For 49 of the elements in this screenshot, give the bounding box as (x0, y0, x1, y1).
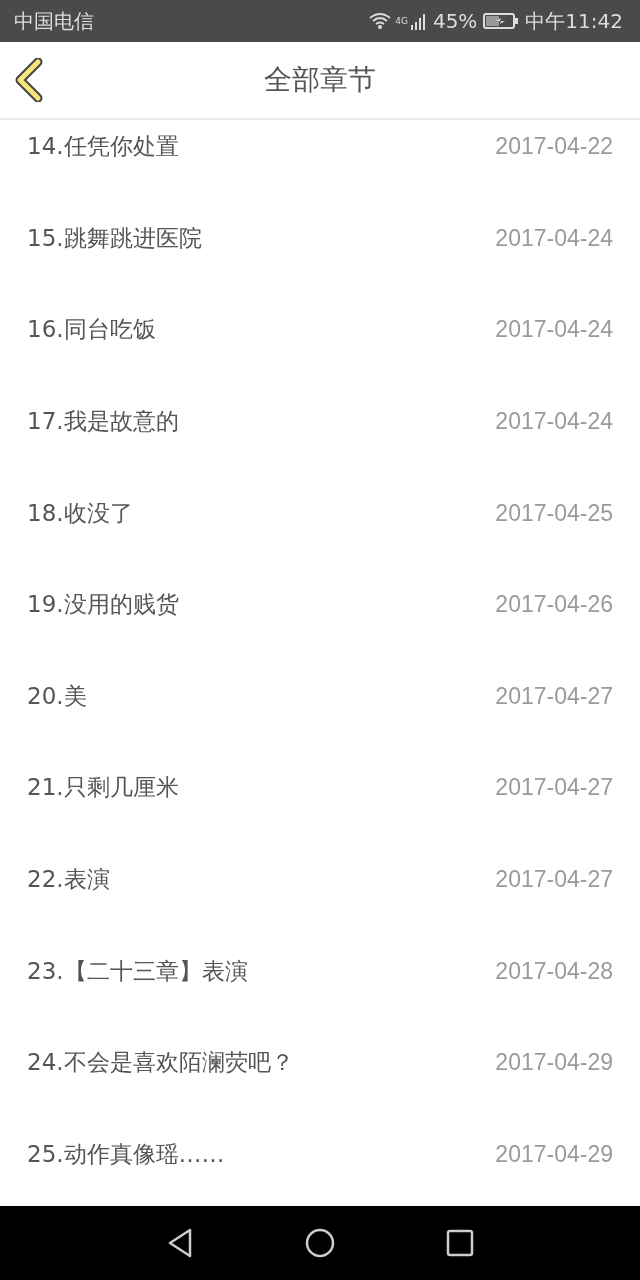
chapter-title: 20.美 (27, 681, 87, 711)
chapter-item[interactable]: 19.没用的贱货 2017-04-26 (0, 558, 640, 651)
chapter-title: 23.【二十三章】表演 (27, 956, 248, 986)
chapter-item[interactable]: 20.美 2017-04-27 (0, 650, 640, 743)
chapter-date: 2017-04-27 (495, 866, 613, 894)
chapter-date: 2017-04-26 (495, 591, 613, 619)
signal-icon (410, 12, 427, 30)
chapter-date: 2017-04-25 (495, 499, 613, 527)
battery-icon (483, 12, 520, 30)
chapter-title: 19.没用的贱货 (27, 590, 179, 620)
chapter-title: 24.不会是喜欢陌澜荧吧？ (27, 1048, 294, 1078)
network-type: 4G (395, 15, 408, 26)
chapter-title: 22.表演 (27, 865, 110, 895)
home-icon[interactable] (304, 1227, 336, 1259)
chapter-date: 2017-04-29 (495, 1049, 613, 1077)
chapter-item[interactable]: 14.任凭你处置 2017-04-22 (0, 120, 640, 193)
back-nav-icon[interactable] (166, 1227, 194, 1259)
chapter-date: 2017-04-24 (495, 408, 613, 436)
chapter-title: 15.跳舞跳进医院 (27, 223, 202, 253)
clock: 中午11:42 (525, 7, 623, 35)
chapter-item[interactable]: 15.跳舞跳进医院 2017-04-24 (0, 192, 640, 285)
back-icon (14, 58, 44, 102)
chapter-date: 2017-04-27 (495, 682, 613, 710)
chapter-item[interactable]: 24.不会是喜欢陌澜荧吧？ 2017-04-29 (0, 1016, 640, 1109)
chapter-title: 25.动作真像瑶…… (27, 1139, 225, 1169)
page-title: 全部章节 (264, 62, 376, 98)
chapter-item[interactable]: 23.【二十三章】表演 2017-04-28 (0, 925, 640, 1017)
back-button[interactable] (14, 58, 44, 102)
chapter-item[interactable]: 25.动作真像瑶…… 2017-04-29 (0, 1108, 640, 1201)
chapter-item[interactable]: 22.表演 2017-04-27 (0, 833, 640, 926)
chapter-date: 2017-04-22 (495, 133, 613, 161)
chapter-title: 17.我是故意的 (27, 407, 179, 437)
chapter-title: 16.同台吃饭 (27, 315, 156, 345)
chapter-date: 2017-04-24 (495, 316, 613, 344)
recents-icon[interactable] (446, 1229, 474, 1257)
battery-percent: 45% (432, 9, 478, 33)
carrier-name: 中国电信 (14, 7, 94, 35)
chapter-date: 2017-04-24 (495, 224, 613, 252)
chapter-item[interactable]: 21.只剩几厘米 2017-04-27 (0, 742, 640, 834)
chapter-item[interactable]: 17.我是故意的 2017-04-24 (0, 375, 640, 468)
chapter-title: 14.任凭你处置 (27, 132, 179, 162)
chapter-date: 2017-04-28 (495, 957, 613, 985)
chapter-item[interactable]: 16.同台吃饭 2017-04-24 (0, 284, 640, 376)
chapter-title: 18.收没了 (27, 498, 133, 528)
chapter-item[interactable]: 18.收没了 2017-04-25 (0, 467, 640, 559)
wifi-icon (368, 12, 393, 30)
chapter-date: 2017-04-27 (495, 774, 613, 802)
chapter-title: 21.只剩几厘米 (27, 773, 179, 803)
chapter-date: 2017-04-29 (495, 1140, 613, 1168)
